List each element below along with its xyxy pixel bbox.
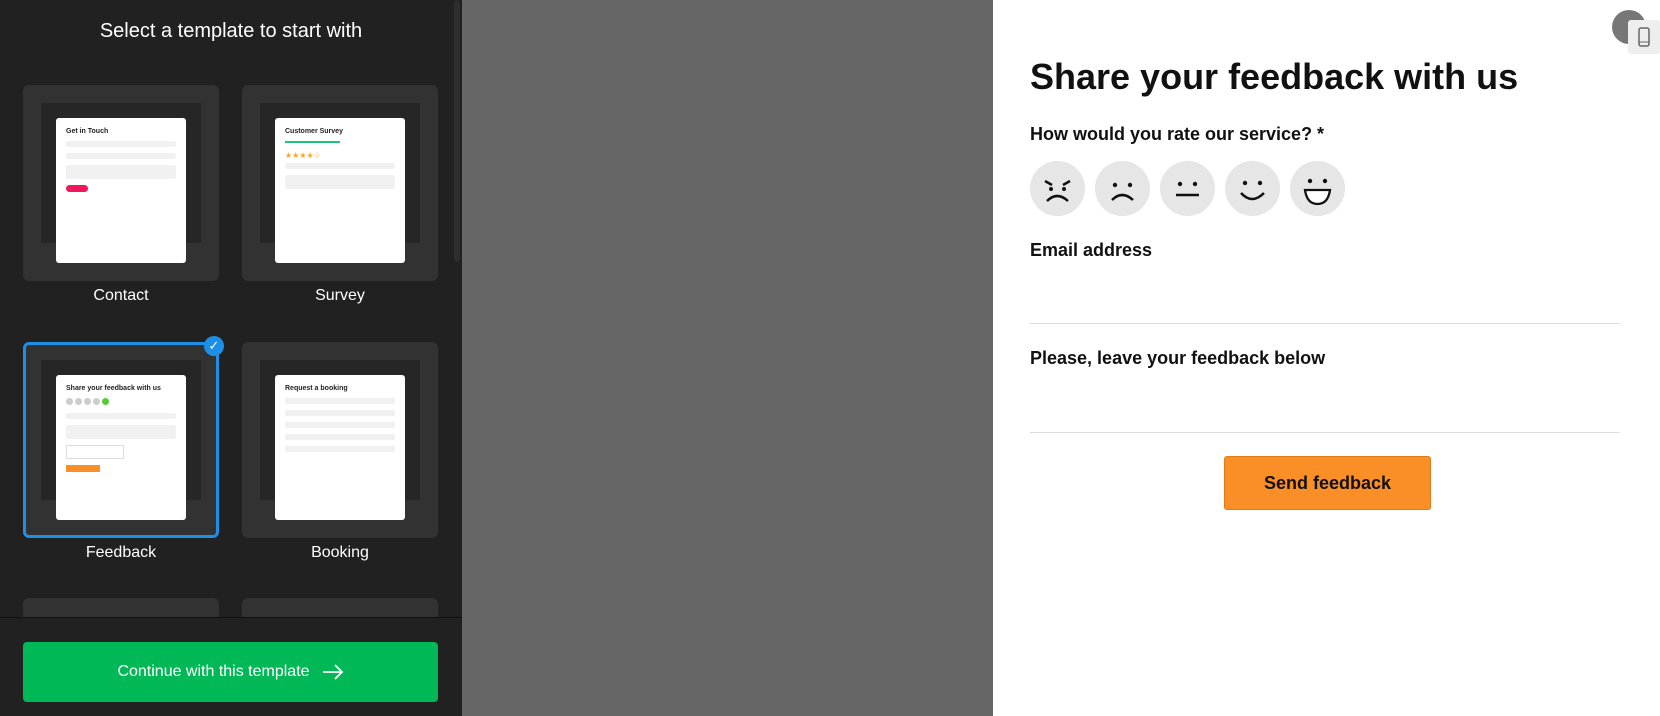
neutral-face-icon[interactable] (1160, 161, 1215, 216)
angry-face-icon[interactable] (1030, 161, 1085, 216)
template-card-feedback[interactable]: Share your feedback with us (23, 342, 219, 538)
preview-title: Share your feedback with us (66, 385, 161, 392)
form-title: Share your feedback with us (1030, 56, 1519, 97)
mobile-preview-icon[interactable] (1628, 20, 1660, 54)
feedback-input[interactable] (1030, 432, 1620, 433)
template-label: Booking (311, 544, 369, 561)
arrow-right-icon (322, 664, 343, 680)
rating-label: How would you rate our service? * (1030, 124, 1325, 144)
send-feedback-button[interactable]: Send feedback (1224, 456, 1431, 510)
email-label: Email address (1030, 240, 1153, 260)
smile-face-icon[interactable] (1225, 161, 1280, 216)
continue-label: Continue with this template (117, 663, 310, 680)
template-label: Feedback (85, 544, 157, 561)
continue-button[interactable]: Continue with this template (23, 642, 438, 702)
scrollbar[interactable] (454, 0, 460, 262)
sidebar-title: Select a template to start with (99, 20, 363, 42)
template-sidebar: Select a template to start with Get in T… (0, 0, 462, 716)
selected-check-icon: ✓ (204, 336, 224, 356)
form-preview: Share your feedback with us How would yo… (993, 0, 1660, 716)
grin-face-icon[interactable] (1290, 161, 1345, 216)
template-label: Survey (315, 287, 365, 304)
email-input[interactable] (1030, 323, 1620, 324)
sidebar-footer: Continue with this template (0, 617, 462, 716)
template-label: Contact (93, 287, 149, 304)
template-card-contact[interactable]: Get in Touch (23, 85, 219, 281)
sad-face-icon[interactable] (1095, 161, 1150, 216)
preview-title: Get in Touch (66, 128, 109, 135)
template-card-booking[interactable]: Request a booking (242, 342, 438, 538)
feedback-label: Please, leave your feedback below (1030, 348, 1326, 368)
template-card-survey[interactable]: Customer Survey ★★★★☆ (242, 85, 438, 281)
preview-title: Request a booking (285, 385, 348, 392)
preview-title: Customer Survey (285, 128, 343, 135)
